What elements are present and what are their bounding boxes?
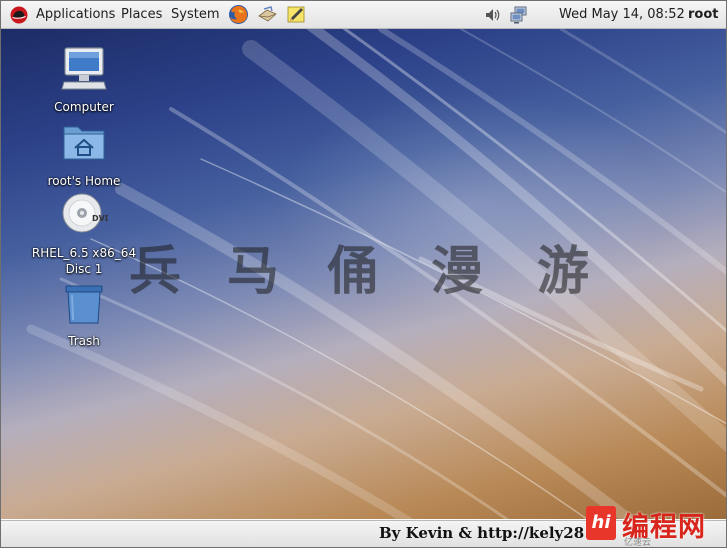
site-logo: hi 编程网 亿速云 [586, 504, 724, 548]
clock[interactable]: Wed May 14, 08:52 [559, 1, 685, 28]
notes-icon[interactable] [286, 4, 307, 25]
desktop-icon-home[interactable]: root's Home [24, 119, 144, 189]
site-logo-badge: hi [586, 506, 616, 540]
watermark-text: 兵 马 俑 漫 游 [129, 229, 609, 309]
trash-icon [65, 285, 103, 324]
desktop-icon-computer[interactable]: Computer [24, 45, 144, 115]
firefox-icon[interactable] [228, 4, 249, 25]
watermark-char: 游 [537, 241, 590, 302]
screen-frame: Applications Places System Wed May 14, 0… [0, 0, 727, 548]
desktop-icon-label: Trash [68, 334, 100, 348]
applications-menu[interactable]: Applications [36, 1, 115, 28]
desktop-background[interactable]: Computer root's Home DVD RHEL_6.5 x86_64… [1, 29, 726, 519]
top-panel: Applications Places System Wed May 14, 0… [1, 1, 726, 29]
desktop-icon-label: RHEL_6.5 x86_64 Disc 1 [31, 246, 137, 276]
credit-text: By Kevin & http://kely28 [379, 524, 585, 542]
home-folder-icon [63, 126, 105, 160]
system-menu[interactable]: System [171, 1, 219, 28]
volume-icon[interactable] [483, 5, 503, 25]
places-menu[interactable]: Places [121, 1, 162, 28]
watermark-char: 漫 [431, 241, 484, 302]
watermark-char: 俑 [327, 241, 380, 302]
desktop-icon-trash[interactable]: Trash [24, 279, 144, 349]
mail-icon[interactable] [257, 4, 278, 25]
computer-icon [61, 47, 107, 90]
watermark-char: 兵 [129, 241, 182, 302]
desktop-icon-label: Computer [54, 100, 114, 114]
svg-text:DVD: DVD [92, 214, 108, 223]
desktop-icon-dvd[interactable]: DVD RHEL_6.5 x86_64 Disc 1 [24, 191, 144, 277]
watermark-char: 马 [227, 241, 280, 302]
site-logo-sub: 亿速云 [624, 538, 652, 548]
desktop-icon-label: root's Home [47, 174, 121, 188]
redhat-logo-icon[interactable] [10, 6, 28, 24]
network-icon[interactable] [509, 5, 529, 25]
dvd-icon: DVD [62, 193, 112, 233]
user-menu[interactable]: root [688, 1, 719, 28]
